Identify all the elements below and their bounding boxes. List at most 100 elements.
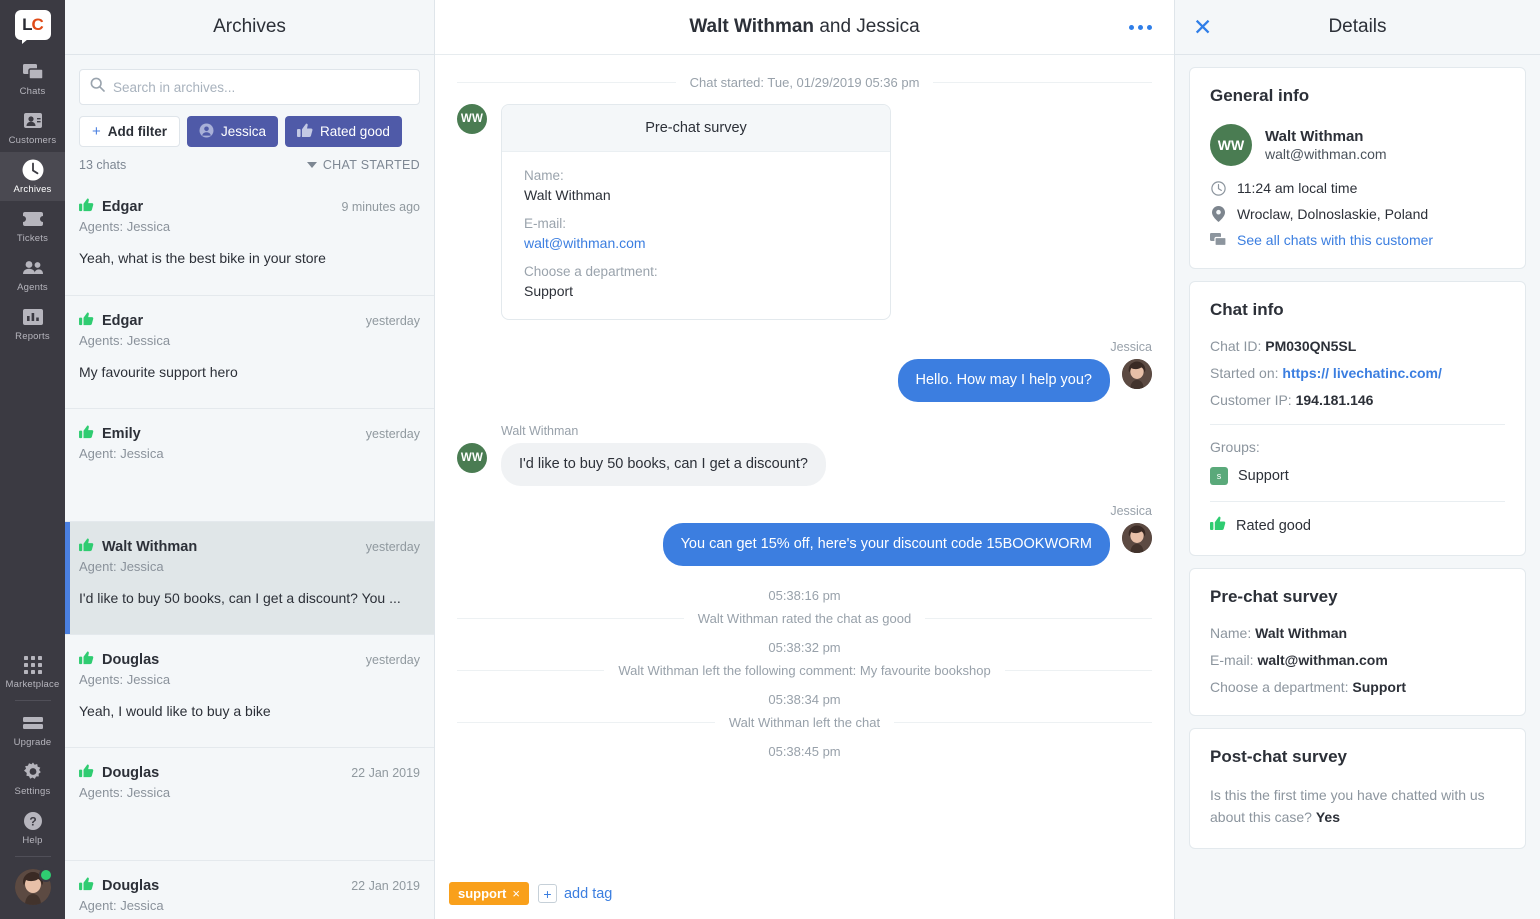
agent-avatar — [1122, 359, 1152, 389]
chat-list-item[interactable]: Douglas yesterday Agents: Jessica Yeah, … — [65, 634, 434, 747]
filter-chips: + Add filter Jessica Rated good — [79, 116, 420, 147]
archives-panel: Archives + Add filter Jessica — [65, 0, 435, 919]
sidebar-item-upgrade[interactable]: Upgrade — [0, 705, 65, 754]
prechat-survey-card-title: Pre-chat survey — [502, 105, 890, 152]
survey-field-value-email[interactable]: walt@withman.com — [524, 235, 868, 251]
group-badge: s — [1210, 467, 1228, 485]
survey-field-value: Support — [524, 283, 574, 299]
thumbs-up-icon — [79, 651, 94, 669]
chat-row-name: Douglas — [102, 652, 160, 668]
chat-list-item[interactable]: Edgar yesterday Agents: Jessica My favou… — [65, 295, 434, 408]
survey-row: Choose a department: Support — [1210, 679, 1505, 695]
message-outgoing: Jessica Hello. How may I help you? — [457, 340, 1152, 406]
filter-chip-agent[interactable]: Jessica — [187, 116, 279, 147]
see-all-chats-link[interactable]: See all chats with this customer — [1210, 232, 1505, 248]
chat-id-row: Chat ID: PM030QN5SL — [1210, 338, 1505, 354]
chat-list-item[interactable]: Emily yesterday Agent: Jessica — [65, 408, 434, 521]
sort-control[interactable]: CHAT STARTED — [306, 158, 420, 172]
status-online-dot — [38, 868, 53, 882]
sidebar-item-help[interactable]: ? Help — [0, 803, 65, 852]
event-text: Walt Withman rated the chat as good — [457, 611, 1152, 626]
sidebar-item-customers[interactable]: Customers — [0, 103, 65, 152]
sidebar-item-tickets[interactable]: Tickets — [0, 201, 65, 250]
chat-tag[interactable]: support × — [449, 882, 529, 905]
filter-chip-rated-good[interactable]: Rated good — [285, 116, 402, 147]
event-text-label: Walt Withman rated the chat as good — [697, 610, 912, 626]
chat-row-time: yesterday — [365, 314, 420, 328]
details-title: Details — [1328, 16, 1387, 37]
customer-ip-value: 194.181.146 — [1295, 392, 1374, 408]
survey-row: Name: Walt Withman — [1210, 625, 1505, 641]
postchat-question-row: Is this the first time you have chatted … — [1210, 785, 1505, 828]
clock-icon — [1210, 180, 1226, 196]
add-tag-button[interactable]: + add tag — [537, 884, 612, 903]
general-info-title: General info — [1210, 86, 1310, 105]
conversation-title-customer: Walt Withman — [689, 16, 815, 37]
conversation-header: Walt Withman and Jessica — [435, 0, 1174, 55]
chat-row-top: Edgar 9 minutes ago — [79, 198, 420, 216]
chat-tag-label: support — [458, 886, 507, 901]
sidebar-item-settings[interactable]: Settings — [0, 754, 65, 803]
chat-row-identity: Edgar — [79, 198, 143, 216]
chat-row-preview: Yeah, what is the best bike in your stor… — [79, 250, 326, 266]
survey-value: Walt Withman — [1255, 625, 1348, 641]
filter-chip-rated-label: Rated good — [320, 124, 390, 139]
sidebar-item-archives[interactable]: Archives — [0, 152, 65, 201]
message-outgoing: Jessica You can get 15% off, here's your… — [457, 504, 1152, 570]
chat-info-title: Chat info — [1210, 300, 1284, 319]
event-text-label: Walt Withman left the following comment:… — [618, 662, 991, 678]
upgrade-icon — [21, 712, 45, 734]
event-time: 05:38:16 pm — [768, 587, 841, 603]
chat-list-item[interactable]: Edgar 9 minutes ago Agents: Jessica Yeah… — [65, 182, 434, 295]
sidebar-item-agents[interactable]: Agents — [0, 250, 65, 299]
chat-row-top: Douglas yesterday — [79, 651, 420, 669]
archives-clock-icon — [21, 159, 45, 181]
survey-field-label: E-mail: — [524, 216, 567, 231]
postchat-question: Is this the first time you have chatted … — [1210, 787, 1485, 825]
close-icon[interactable]: ✕ — [1193, 15, 1212, 39]
survey-value: Support — [1352, 679, 1407, 695]
message-row: Hello. How may I help you? — [897, 359, 1152, 402]
account-avatar[interactable] — [14, 868, 53, 905]
chat-row-preview: My favourite support hero — [79, 364, 238, 380]
message-incoming: Walt Withman WW I'd like to buy 50 books… — [457, 424, 1152, 486]
search-box[interactable] — [79, 69, 420, 105]
event-time: 05:38:34 pm — [768, 691, 841, 707]
chat-list-item[interactable]: Douglas 22 Jan 2019 Agents: Jessica — [65, 747, 434, 860]
postchat-survey-title: Post-chat survey — [1210, 747, 1347, 766]
system-event: 05:38:45 pm — [457, 744, 1152, 759]
agents-icon — [21, 257, 45, 279]
add-filter-button[interactable]: + Add filter — [79, 116, 181, 147]
tag-bar: support × + add tag — [435, 882, 1174, 919]
chat-list[interactable]: Edgar 9 minutes ago Agents: Jessica Yeah… — [65, 182, 434, 919]
sidebar-item-reports[interactable]: Reports — [0, 299, 65, 348]
filter-chip-agent-label: Jessica — [221, 124, 267, 139]
sidebar-item-chats[interactable]: Chats — [0, 54, 65, 103]
remove-tag-icon[interactable]: × — [512, 886, 520, 901]
survey-label: E-mail: — [1210, 652, 1254, 668]
details-panel: ✕ Details General info WW Walt Withman w… — [1175, 0, 1540, 919]
more-options-icon[interactable] — [1129, 24, 1152, 30]
sidebar-divider — [14, 700, 51, 701]
prechat-survey-card: Pre-chat survey Name: Walt Withman E-mai… — [1189, 568, 1526, 716]
thumbs-up-icon — [1210, 516, 1226, 535]
conversation-title: Walt Withman and Jessica — [689, 16, 919, 38]
message-sender: Jessica — [1110, 503, 1152, 518]
search-input[interactable] — [113, 79, 409, 95]
chat-row-name: Emily — [102, 426, 141, 442]
prechat-survey-title: Pre-chat survey — [1210, 587, 1338, 606]
postchat-answer: Yes — [1315, 808, 1340, 825]
thumbs-up-icon — [79, 764, 94, 782]
general-info-card: General info WW Walt Withman walt@withma… — [1189, 67, 1526, 269]
agent-avatar — [1122, 522, 1152, 553]
sidebar-label-marketplace: Marketplace — [5, 679, 60, 690]
started-on-link[interactable]: https:// livechatinc.com/ — [1282, 365, 1441, 381]
chat-list-item[interactable]: Douglas 22 Jan 2019 Agent: Jessica — [65, 860, 434, 919]
sidebar-label-tickets: Tickets — [16, 233, 49, 244]
event-time: 05:38:45 pm — [768, 743, 841, 759]
chat-list-item-selected[interactable]: Walt Withman yesterday Agent: Jessica I'… — [65, 521, 434, 634]
survey-label: Name: — [1210, 625, 1252, 641]
sidebar-item-marketplace[interactable]: Marketplace — [0, 647, 65, 696]
chat-row-name: Walt Withman — [102, 539, 198, 555]
thumbs-up-icon — [297, 123, 313, 141]
